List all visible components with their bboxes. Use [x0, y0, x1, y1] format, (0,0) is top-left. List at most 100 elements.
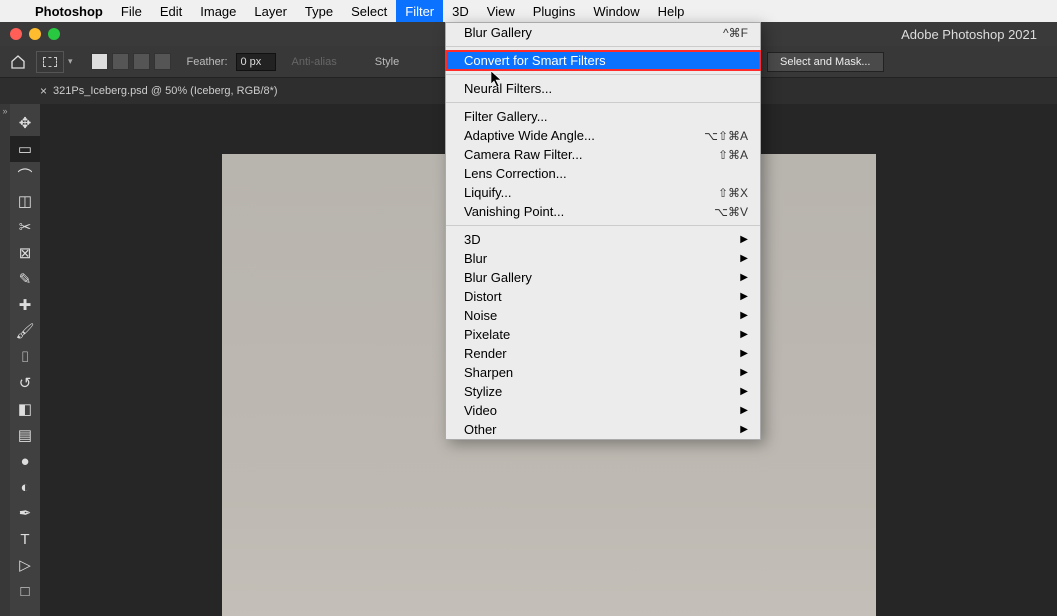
close-tab-icon[interactable]: × — [40, 84, 47, 98]
shape-tool[interactable]: □ — [10, 578, 40, 604]
menu-item-other[interactable]: Other ▶ — [446, 420, 760, 439]
brush-tool[interactable]: 🖌 — [10, 318, 40, 344]
submenu-arrow-icon: ▶ — [740, 348, 748, 359]
crop-tool[interactable]: ✂ — [10, 214, 40, 240]
menu-shortcut: ⇧⌘X — [718, 186, 748, 200]
stamp-tool[interactable]: ⌷ — [10, 344, 40, 370]
menu-window[interactable]: Window — [584, 0, 648, 22]
document-tab-label: 321Ps_Iceberg.psd @ 50% (Iceberg, RGB/8*… — [53, 85, 278, 97]
selection-mode-group — [89, 53, 171, 70]
menu-item-3d[interactable]: 3D▶ — [446, 230, 760, 249]
mac-menubar: PhotoshopFileEditImageLayerTypeSelectFil… — [0, 0, 1057, 22]
zoom-window-button[interactable] — [48, 28, 60, 40]
object-select-tool[interactable]: ◫ — [10, 188, 40, 214]
menu-shortcut: ⇧⌘A — [718, 148, 748, 162]
menu-plugins[interactable]: Plugins — [524, 0, 585, 22]
menu-photoshop[interactable]: Photoshop — [26, 0, 112, 22]
menu-item-label: Blur Gallery — [464, 25, 532, 40]
menu-item-render[interactable]: Render▶ — [446, 344, 760, 363]
menu-shortcut: ^⌘F — [723, 26, 748, 40]
style-label: Style — [375, 56, 399, 68]
selection-subtract-button[interactable] — [133, 53, 150, 70]
menu-item-convert-for-smart-filters[interactable]: Convert for Smart Filters — [446, 51, 760, 70]
menu-item-liquify[interactable]: Liquify...⇧⌘X — [446, 183, 760, 202]
menu-view[interactable]: View — [478, 0, 524, 22]
submenu-arrow-icon: ▶ — [740, 405, 748, 416]
chevron-down-icon[interactable]: ▾ — [68, 56, 73, 67]
selection-new-button[interactable] — [91, 53, 108, 70]
history-brush-tool[interactable]: ↺ — [10, 370, 40, 396]
gradient-tool[interactable]: ▤ — [10, 422, 40, 448]
document-tab[interactable]: × 321Ps_Iceberg.psd @ 50% (Iceberg, RGB/… — [40, 84, 278, 98]
submenu-arrow-icon: ▶ — [740, 329, 748, 340]
menu-select[interactable]: Select — [342, 0, 396, 22]
menu-shortcut: ⌥⇧⌘A — [704, 129, 748, 143]
menu-item-label: Other — [464, 422, 497, 437]
select-and-mask-button[interactable]: Select and Mask... — [767, 52, 884, 72]
menu-item-label: Distort — [464, 289, 502, 304]
menu-3d[interactable]: 3D — [443, 0, 478, 22]
type-tool[interactable]: T — [10, 526, 40, 552]
menu-item-blur-gallery[interactable]: Blur Gallery▶ — [446, 268, 760, 287]
move-tool[interactable]: ✥ — [10, 110, 40, 136]
filter-menu-dropdown: Blur Gallery ^⌘F Convert for Smart Filters… — [445, 22, 761, 440]
menu-layer[interactable]: Layer — [245, 0, 296, 22]
path-select-tool[interactable]: ▷ — [10, 552, 40, 578]
menu-item-noise[interactable]: Noise▶ — [446, 306, 760, 325]
menu-separator — [446, 225, 760, 226]
menu-item-neural-filters[interactable]: Neural Filters... — [446, 79, 760, 98]
menu-image[interactable]: Image — [191, 0, 245, 22]
menu-item-label: Blur Gallery — [464, 270, 532, 285]
menu-item-sharpen[interactable]: Sharpen ▶ — [446, 363, 760, 382]
current-tool-icon[interactable] — [36, 51, 64, 73]
menu-item-label: Pixelate — [464, 327, 510, 342]
minimize-window-button[interactable] — [29, 28, 41, 40]
blur-tool[interactable]: ● — [10, 448, 40, 474]
menu-item-distort[interactable]: Distort▶ — [446, 287, 760, 306]
feather-input[interactable] — [236, 53, 276, 71]
menu-item-stylize[interactable]: Stylize ▶ — [446, 382, 760, 401]
pen-tool[interactable]: ✒ — [10, 500, 40, 526]
image-content-iceberg — [656, 604, 916, 616]
eyedropper-tool[interactable]: ✎ — [10, 266, 40, 292]
submenu-arrow-icon: ▶ — [740, 424, 748, 435]
frame-tool[interactable]: ⊠ — [10, 240, 40, 266]
lasso-tool[interactable]: ⌒ — [10, 162, 40, 188]
menu-separator — [446, 102, 760, 103]
dodge-tool[interactable]: ◐ — [10, 474, 40, 500]
eraser-tool[interactable]: ◧ — [10, 396, 40, 422]
menu-help[interactable]: Help — [649, 0, 694, 22]
menu-item-vanishing-point[interactable]: Vanishing Point...⌥⌘V — [446, 202, 760, 221]
feather-label: Feather: — [187, 56, 228, 68]
menu-item-label: Sharpen — [464, 365, 513, 380]
submenu-arrow-icon: ▶ — [740, 367, 748, 378]
menu-item-lens-correction[interactable]: Lens Correction... — [446, 164, 760, 183]
menu-item-label: Adaptive Wide Angle... — [464, 128, 595, 143]
menu-item-label: Lens Correction... — [464, 166, 567, 181]
menu-edit[interactable]: Edit — [151, 0, 191, 22]
close-window-button[interactable] — [10, 28, 22, 40]
menu-item-pixelate[interactable]: Pixelate ▶ — [446, 325, 760, 344]
submenu-arrow-icon: ▶ — [740, 386, 748, 397]
home-button[interactable] — [8, 53, 28, 71]
healing-tool[interactable]: ✚ — [10, 292, 40, 318]
menu-item-label: Filter Gallery... — [464, 109, 548, 124]
menu-separator — [446, 74, 760, 75]
menu-type[interactable]: Type — [296, 0, 342, 22]
selection-intersect-button[interactable] — [154, 53, 171, 70]
selection-add-button[interactable] — [112, 53, 129, 70]
menu-item-video[interactable]: Video▶ — [446, 401, 760, 420]
left-strip-handle[interactable]: » — [0, 104, 10, 616]
marquee-tool[interactable]: ▭ — [10, 136, 40, 162]
menu-item-label: Stylize — [464, 384, 502, 399]
menu-file[interactable]: File — [112, 0, 151, 22]
menu-item-blur[interactable]: Blur▶ — [446, 249, 760, 268]
menu-item-adaptive-wide-angle[interactable]: Adaptive Wide Angle... ⌥⇧⌘A — [446, 126, 760, 145]
menu-separator — [446, 46, 760, 47]
menu-item-blur-gallery[interactable]: Blur Gallery ^⌘F — [446, 23, 760, 42]
menu-filter[interactable]: Filter — [396, 0, 443, 22]
traffic-lights — [10, 28, 60, 40]
submenu-arrow-icon: ▶ — [740, 234, 748, 245]
menu-item-filter-gallery[interactable]: Filter Gallery... — [446, 107, 760, 126]
menu-item-camera-raw-filter[interactable]: Camera Raw Filter...⇧⌘A — [446, 145, 760, 164]
